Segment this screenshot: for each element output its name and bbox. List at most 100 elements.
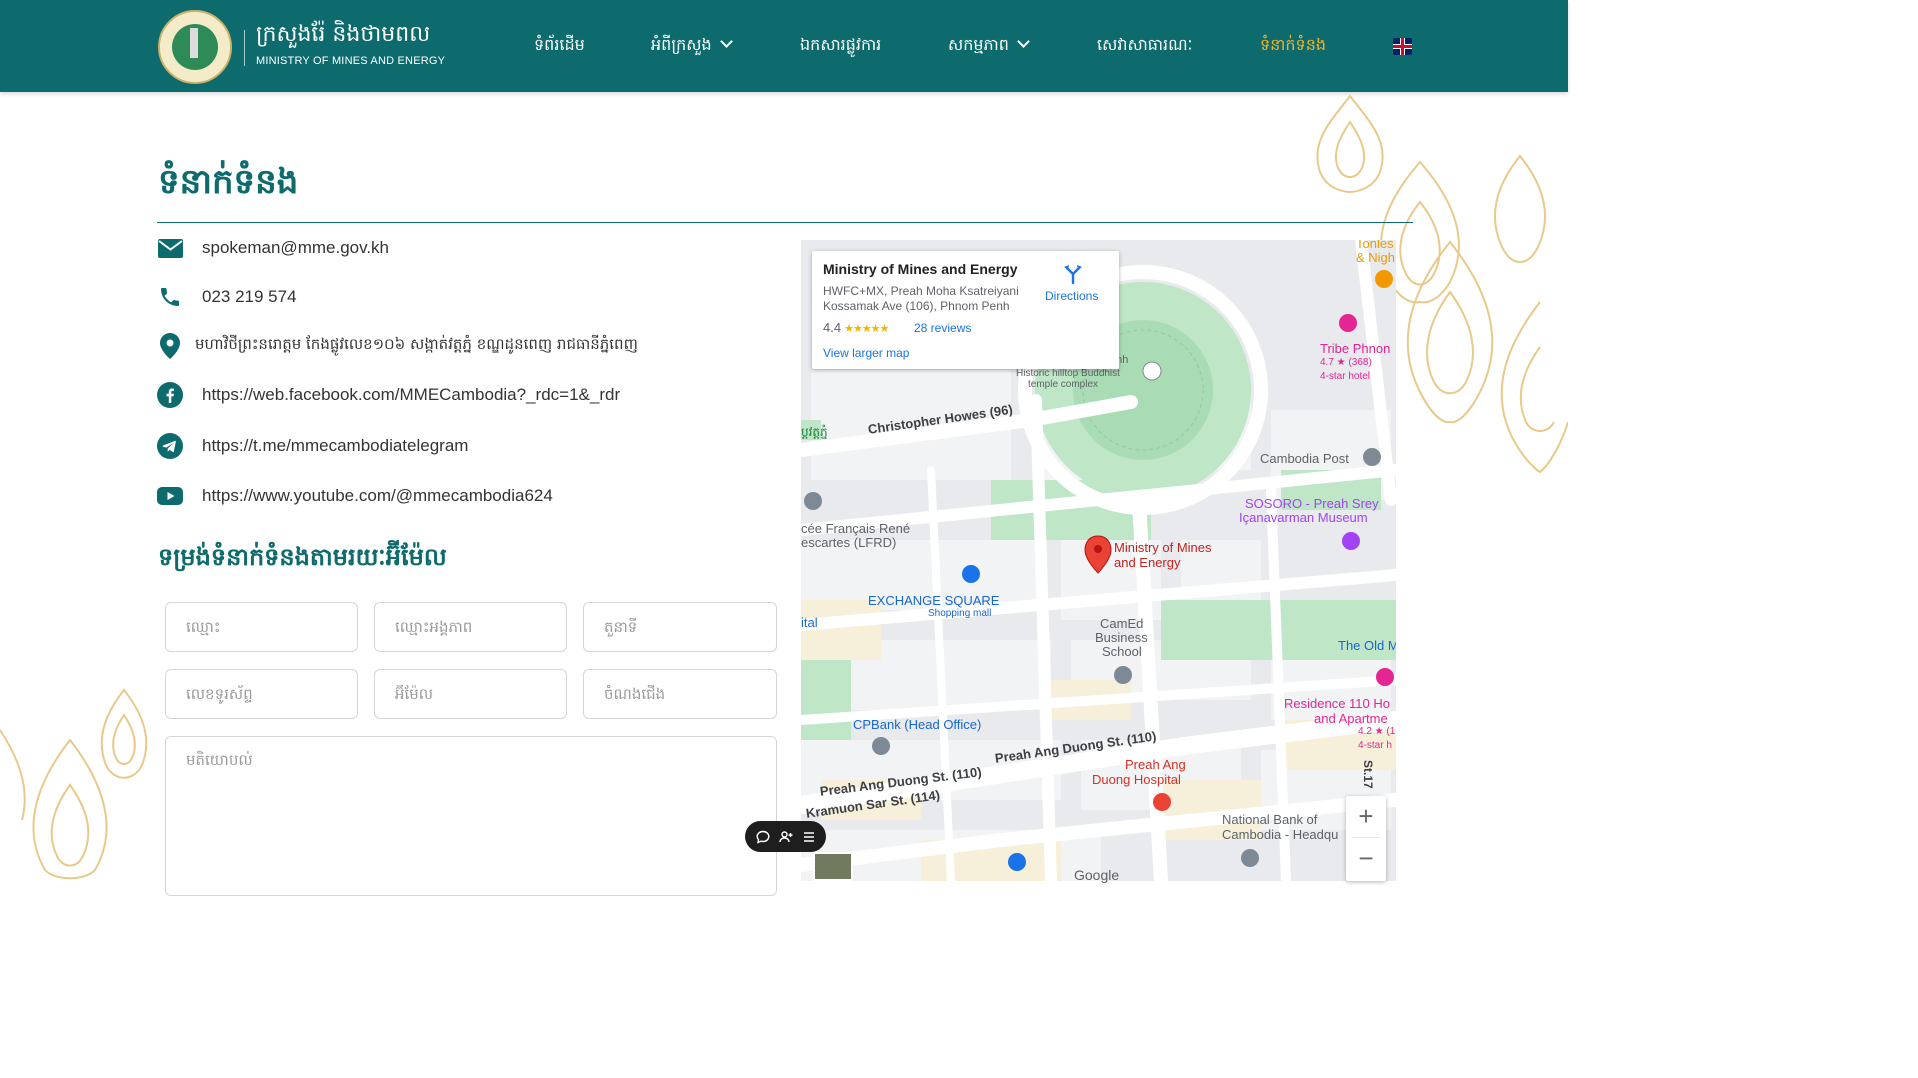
map-poi-label: & Nigh [1356, 250, 1396, 265]
contact-address-text: មហាវិថីព្រះនរោត្តម កែងផ្លូវលេខ១០៦ សង្កាត… [195, 335, 638, 353]
map-poi-label: 4-star h [1358, 740, 1392, 751]
youtube-icon [157, 483, 183, 509]
chevron-down-icon [1017, 35, 1030, 48]
nav-item-activities[interactable]: សកម្មភាព [948, 34, 1030, 58]
satellite-toggle-thumbnail[interactable] [813, 852, 853, 881]
message-field[interactable] [165, 736, 777, 896]
map-poi-label: and Apartme [1314, 711, 1388, 726]
logo-tower-icon [190, 28, 198, 58]
page-title: ទំនាក់ទំនង [158, 162, 299, 202]
map-place-card: Ministry of Mines and Energy HWFC+MX, Pr… [812, 251, 1119, 369]
map-poi-label: Shopping mall [928, 608, 992, 619]
map-poi-label: 4.7 ★ (368) [1320, 357, 1372, 368]
map-street-label: St.17 [1361, 760, 1375, 789]
map-poi-label: SOSORO - Preah Srey [1245, 496, 1379, 511]
map-reviews-link[interactable]: 28 reviews [914, 321, 971, 335]
map-poi-label: escartes (LFRD) [801, 535, 897, 550]
contact-phone-row: 023 219 574 [157, 283, 297, 311]
nav-item-about[interactable]: អំពីក្រសួង [651, 34, 733, 58]
decorative-ornament-left [0, 688, 148, 880]
contact-telegram-link[interactable]: https://t.me/mmecambodiatelegram [202, 436, 468, 456]
nav-item-contact[interactable]: ទំនាក់ទំនង [1260, 34, 1326, 58]
map-poi-label: Duong Hospital [1092, 772, 1181, 787]
map-poi-label: 4.2 ★ (1 [1358, 726, 1396, 737]
map-place-title: Ministry of Mines and Energy [823, 261, 1018, 277]
telegram-icon [157, 433, 183, 459]
top-navigation-bar: ក្រសួងរ៉ែ និងថាមពល MINISTRY OF MINES AND… [0, 0, 1568, 92]
nav-item-label: អំពីក្រសួង [651, 35, 712, 54]
chat-icon[interactable] [755, 829, 771, 845]
contact-telegram-row: https://t.me/mmecambodiatelegram [157, 432, 468, 460]
map-poi-label: ប្តវត្តភ្នំ [801, 425, 828, 439]
nav-item-label: ទំនាក់ទំនង [1260, 35, 1327, 54]
map-poi-label: ital [801, 615, 818, 630]
nav-item-public-services[interactable]: សេវាសាធារណៈ [1097, 34, 1193, 58]
map-poi-label: temple complex [1028, 379, 1099, 390]
map-poi-label: Içanavarman Museum [1239, 510, 1368, 525]
map-poi-label: Tribe Phnon [1320, 341, 1391, 356]
contact-form-title: ទម្រង់ទំនាក់ទំនងតាមរយៈអ៊ីម៉ែល [158, 542, 447, 571]
directions-link[interactable]: Directions [1045, 289, 1098, 303]
map-poi-label: Business [1095, 630, 1148, 645]
directions-icon[interactable] [1062, 263, 1084, 285]
map-poi-label: The Old M [1338, 638, 1396, 653]
user-add-icon[interactable] [778, 829, 794, 845]
map-zoom-controls: + − [1346, 796, 1386, 881]
contact-facebook-row: https://web.facebook.com/MMECambodia?_rd… [157, 381, 620, 409]
map-poi-label: and Energy [1114, 555, 1181, 570]
map-poi-label: cée Français René [801, 521, 911, 536]
view-larger-map-link[interactable]: View larger map [823, 346, 909, 360]
map-poi-label: EXCHANGE SQUARE [868, 593, 1000, 608]
phone-field[interactable] [165, 669, 358, 719]
contact-phone-text[interactable]: 023 219 574 [202, 287, 297, 307]
brand-name-khmer[interactable]: ក្រសួងរ៉ែ និងថាមពល [256, 20, 430, 52]
email-field[interactable] [374, 669, 567, 719]
rating-stars-icon: ★★★★★ [844, 323, 889, 335]
menu-icon[interactable] [801, 829, 817, 845]
nav-item-home[interactable]: ទំព័រដើម [534, 34, 585, 58]
nav-item-label: ទំព័រដើម [534, 35, 585, 54]
contact-email-row: spokeman@mme.gov.kh [157, 234, 389, 262]
map-poi-label: CPBank (Head Office) [853, 717, 982, 732]
contact-youtube-row: https://www.youtube.com/@mmecambodia624 [157, 482, 553, 510]
map-poi-label: Historic hilltop Buddhist [1016, 368, 1120, 379]
organization-field[interactable] [374, 602, 567, 652]
title-divider [157, 222, 1413, 223]
nav-item-label: សកម្មភាព [948, 35, 1009, 54]
location-pin-icon [157, 333, 183, 359]
map-poi-label: School [1102, 644, 1142, 659]
map-poi-label: Preah Ang [1125, 757, 1186, 772]
map-place-address: HWFC+MX, Preah Moha Ksatreiyani Kossamak… [823, 284, 1019, 313]
facebook-icon [157, 382, 183, 408]
brand-name-english[interactable]: MINISTRY OF MINES AND ENERGY [256, 55, 445, 67]
nav-item-label: ឯកសារផ្លូវការ [800, 35, 882, 54]
rating-value: 4.4 [823, 320, 842, 335]
position-field[interactable] [583, 602, 777, 652]
contact-email-text[interactable]: spokeman@mme.gov.kh [202, 238, 389, 258]
logo-divider [244, 30, 245, 66]
map-poi-label: Cambodia Post [1260, 451, 1349, 466]
contact-address-row: មហាវិថីព្រះនរោត្តម កែងផ្លូវលេខ១០៦ សង្កាត… [157, 332, 638, 360]
subject-field[interactable] [583, 669, 777, 719]
map-poi-label: Residence 110 Ho [1284, 696, 1390, 711]
map-poi-label: Cambodia - Headqu [1222, 827, 1339, 842]
zoom-in-button[interactable]: + [1346, 796, 1386, 836]
map-poi-label: Ministry of Mines [1114, 540, 1212, 555]
nav-item-official-documents[interactable]: ឯកសារផ្លូវការ [800, 34, 881, 58]
phone-icon [157, 284, 183, 310]
zoom-out-button[interactable]: − [1346, 838, 1386, 878]
uk-flag-icon[interactable] [1393, 38, 1412, 55]
google-logo: Google [1074, 867, 1120, 883]
contact-youtube-link[interactable]: https://www.youtube.com/@mmecambodia624 [202, 486, 553, 506]
map-poi-label: CamEd [1100, 616, 1144, 631]
map-poi-label: 4-star hotel [1320, 371, 1371, 382]
map-place-rating: 4.4 ★★★★★ [823, 320, 889, 335]
name-field[interactable] [165, 602, 358, 652]
contact-facebook-link[interactable]: https://web.facebook.com/MMECambodia?_rd… [202, 385, 620, 405]
floating-toolbar [745, 821, 826, 852]
map-poi-label: National Bank of [1222, 812, 1318, 827]
nav-item-label: សេវាសាធារណៈ [1097, 35, 1193, 54]
envelope-icon [157, 235, 183, 261]
ministry-logo[interactable] [158, 10, 232, 84]
chevron-down-icon [719, 35, 733, 48]
